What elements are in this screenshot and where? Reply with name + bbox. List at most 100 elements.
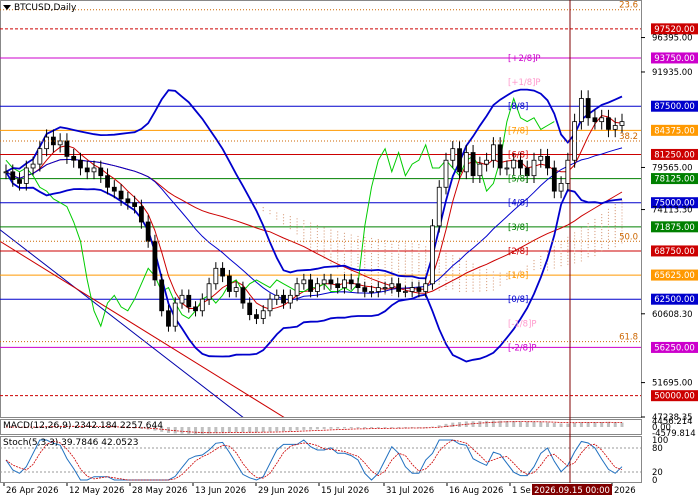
- candle-body[interactable]: [612, 125, 618, 130]
- candle-body[interactable]: [78, 159, 83, 169]
- candle-body[interactable]: [254, 314, 259, 319]
- candle-body[interactable]: [125, 198, 131, 204]
- candle-body[interactable]: [152, 240, 158, 281]
- candle-body[interactable]: [436, 186, 442, 227]
- candle-body[interactable]: [23, 167, 29, 184]
- candle-body[interactable]: [599, 117, 605, 123]
- candle-body[interactable]: [111, 186, 117, 192]
- macd-histogram-bar: [370, 427, 374, 429]
- candle-body[interactable]: [145, 221, 151, 242]
- candle-body[interactable]: [328, 279, 334, 285]
- candle-body[interactable]: [118, 190, 124, 200]
- candle-body[interactable]: [545, 155, 550, 169]
- candle-body[interactable]: [30, 163, 36, 169]
- candle-body[interactable]: [17, 179, 22, 184]
- candle-body[interactable]: [213, 267, 219, 285]
- candle-body[interactable]: [511, 159, 517, 169]
- candle-body[interactable]: [294, 283, 300, 296]
- macd-histogram-bar: [539, 422, 543, 427]
- candle-body[interactable]: [199, 298, 205, 312]
- candle-body[interactable]: [490, 144, 496, 161]
- candle-body[interactable]: [44, 136, 50, 150]
- triangle-down-icon[interactable]: [3, 5, 11, 10]
- candle-body[interactable]: [538, 155, 544, 161]
- candle-body[interactable]: [159, 279, 165, 312]
- candle-body[interactable]: [592, 117, 598, 123]
- candle-body[interactable]: [240, 287, 246, 304]
- candle-body[interactable]: [335, 283, 341, 289]
- candle-body[interactable]: [342, 279, 347, 289]
- candle-body[interactable]: [409, 287, 415, 292]
- candle-body[interactable]: [71, 155, 77, 161]
- candle-body[interactable]: [369, 291, 374, 293]
- ichimoku-cloud-dot: [587, 244, 589, 246]
- candle-body[interactable]: [457, 148, 462, 173]
- candle-body[interactable]: [98, 167, 104, 177]
- candle-body[interactable]: [321, 279, 327, 285]
- candle-body[interactable]: [416, 287, 422, 292]
- candle-body[interactable]: [531, 159, 537, 177]
- candle-body[interactable]: [172, 302, 178, 327]
- candle-body[interactable]: [450, 148, 456, 161]
- candle-body[interactable]: [375, 287, 381, 292]
- candle-body[interactable]: [558, 183, 564, 192]
- candle-body[interactable]: [138, 206, 144, 223]
- candle-body[interactable]: [301, 279, 307, 285]
- candle-body[interactable]: [619, 121, 625, 126]
- candle-body[interactable]: [477, 163, 483, 177]
- candle-body[interactable]: [206, 283, 212, 300]
- candle-body[interactable]: [233, 287, 239, 292]
- candle-body[interactable]: [430, 225, 435, 285]
- candle-body[interactable]: [3, 171, 9, 174]
- candle-body[interactable]: [260, 310, 266, 319]
- candle-body[interactable]: [10, 171, 16, 180]
- candle-body[interactable]: [37, 148, 43, 165]
- candle-body[interactable]: [362, 287, 368, 292]
- candle-body[interactable]: [578, 98, 584, 123]
- candle-body[interactable]: [220, 267, 226, 277]
- candle-body[interactable]: [64, 140, 70, 157]
- candle-body[interactable]: [186, 294, 192, 308]
- candle-body[interactable]: [267, 298, 273, 312]
- candle-body[interactable]: [247, 302, 253, 316]
- candle-body[interactable]: [565, 159, 571, 184]
- candle-body[interactable]: [497, 144, 503, 169]
- candle-body[interactable]: [463, 152, 469, 173]
- candle-body[interactable]: [308, 279, 314, 292]
- candle-body[interactable]: [105, 175, 110, 188]
- trading-chart-window[interactable]: [+2/8]P [+1/8]P [8/8] [7/8] [6/8] [5/8] [4/8] […: [0, 0, 700, 500]
- candle-body[interactable]: [396, 283, 402, 292]
- candle-body[interactable]: [166, 310, 171, 327]
- candle-body[interactable]: [504, 167, 510, 170]
- candle-body[interactable]: [389, 283, 395, 289]
- candle-body[interactable]: [355, 283, 361, 289]
- candle-body[interactable]: [551, 167, 557, 192]
- candle-body[interactable]: [274, 294, 280, 300]
- candle-body[interactable]: [57, 140, 63, 146]
- candle-body[interactable]: [484, 159, 490, 165]
- ichimoku-cloud-dot: [350, 237, 352, 239]
- candle-body[interactable]: [281, 294, 286, 304]
- ichimoku-cloud-dot: [370, 258, 373, 261]
- candle-body[interactable]: [226, 275, 232, 292]
- candle-body[interactable]: [402, 291, 408, 293]
- candle-body[interactable]: [179, 294, 185, 304]
- candle-body[interactable]: [193, 306, 198, 312]
- candle-body[interactable]: [518, 159, 523, 169]
- candle-body[interactable]: [287, 294, 293, 304]
- candle-body[interactable]: [348, 279, 354, 285]
- candle-body[interactable]: [91, 167, 97, 173]
- ichimoku-cloud-dot: [587, 232, 589, 234]
- candle-body[interactable]: [606, 117, 611, 130]
- main-pane[interactable]: [0, 0, 642, 418]
- candle-body[interactable]: [423, 283, 429, 292]
- ichimoku-cloud-dot: [601, 234, 603, 237]
- candle-body[interactable]: [382, 287, 388, 290]
- candle-body[interactable]: [132, 202, 138, 207]
- candle-body[interactable]: [443, 159, 449, 188]
- candle-body[interactable]: [585, 98, 591, 119]
- candle-body[interactable]: [84, 167, 90, 173]
- candle-body[interactable]: [314, 283, 320, 292]
- ichimoku-cloud-dot: [316, 245, 318, 248]
- candle-body[interactable]: [470, 152, 476, 177]
